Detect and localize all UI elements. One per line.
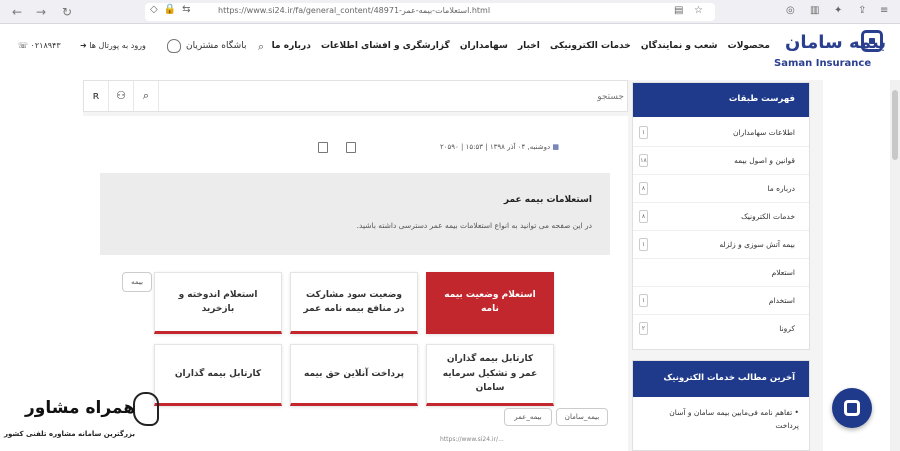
sidebar-item-count: ۱۸ [639, 154, 648, 167]
save-icon[interactable] [346, 142, 356, 153]
binoculars-icon[interactable]: ⚇ [109, 81, 134, 111]
portal-login-link[interactable]: ➜ ورود به پورتال ها [80, 41, 146, 50]
browser-toolbar: ← → ↻ ◇🔒⇆ https://www.si24.ir/fa/general… [0, 0, 900, 24]
customer-club-link[interactable]: باشگاه مشتریان [186, 41, 246, 51]
phone-number[interactable]: ☏ ۰۲۱۸۹۴۳ [18, 41, 61, 50]
latest-item[interactable]: • تفاهم نامه فی‌مابین بیمه سامان و آسان … [649, 407, 799, 433]
sidebar-item-count: ۱ [639, 294, 648, 307]
sidebar-item-count: ۱ [639, 126, 648, 139]
tag-saman[interactable]: بیمه_سامان [556, 408, 608, 426]
sidebar-item-corona[interactable]: کرونا ۲ [633, 315, 809, 343]
sidebar-item-label: خدمات الکترونیک [741, 212, 795, 221]
watermark-title: همراه مشاور [25, 398, 136, 418]
site-header: بیمه سامان Saman Insurance محصولات شعب و… [0, 24, 900, 78]
scroll-thumb[interactable] [892, 90, 898, 160]
library-icon[interactable]: ▥ [810, 5, 819, 16]
phone-icon: ☏ [18, 41, 31, 50]
intro-text: در این صفحه می توانید به انواع استعلامات… [356, 221, 592, 230]
sidebar-item-count: ۱ [639, 238, 648, 251]
nav-item-about[interactable]: درباره ما [272, 41, 311, 51]
nav-item-shareholders[interactable]: سهامداران [460, 41, 508, 51]
logo-text-fa[interactable]: بیمه سامان [785, 32, 886, 53]
login-arrow-icon: ➜ [80, 41, 90, 50]
sidebar-item-about[interactable]: درباره ما ۸ [633, 175, 809, 203]
saman-badge-icon [844, 400, 860, 416]
rss-icon[interactable]: ʀ [84, 81, 109, 111]
page-scrollbar[interactable] [890, 80, 900, 451]
tag-insurance[interactable]: بیمه [122, 272, 152, 292]
sidebar-item-count: ۲ [639, 322, 648, 335]
latest-title: آخرین مطالب خدمات الکترونیک [633, 361, 809, 397]
sidebar-item-count: ۸ [639, 182, 648, 195]
main-nav: محصولات شعب و نمایندگان خدمات الکترونیکی… [272, 41, 770, 51]
category-sidebar: فهرست طبقات اطلاعات سهامداران ۱ قوانین و… [632, 82, 810, 350]
sidebar-item-label: استخدام [768, 296, 795, 305]
short-url[interactable]: https://www.si24.ir/... [440, 436, 504, 443]
nav-item-e-services[interactable]: خدمات الکترونیکی [550, 41, 631, 51]
shield-icon[interactable]: ◎ [786, 5, 795, 16]
url-text[interactable]: https://www.si24.ir/fa/general_content/4… [218, 6, 490, 15]
print-icon[interactable] [318, 142, 328, 153]
card-life-insured-portal[interactable]: کارتابل بیمه گذاران عمر و تشکیل سرمایه س… [426, 344, 554, 406]
article-meta: ▦ دوشنبه, ۰۴ آذر ۱۳۹۸ | ۱۵:۵۳ | ۲۰۵۹۰ [440, 143, 559, 151]
search-button-icon[interactable]: ⌕ [134, 81, 159, 111]
share-icon[interactable]: ⇪ [858, 5, 866, 16]
watermark: همراه مشاور بزرگترین سامانه مشاوره تلفنی… [0, 390, 180, 451]
sidebar-item-fire-insurance[interactable]: بیمه آتش سوزی و زلزله ۱ [633, 231, 809, 259]
intro-box: استعلامات بیمه عمر در این صفحه می توانید… [100, 173, 610, 255]
bookmark-star-icon[interactable]: ☆ [694, 5, 703, 16]
nav-item-reports[interactable]: گزارشگری و افشای اطلاعات [321, 41, 450, 51]
sidebar-title: فهرست طبقات [633, 83, 809, 117]
sidebar-item-jobs[interactable]: استخدام ۱ [633, 287, 809, 315]
sidebar-item-inquiry[interactable]: استعلام [633, 259, 809, 287]
tag-life[interactable]: بیمه_عمر [504, 408, 552, 426]
card-policy-status[interactable]: استعلام وضعیت بیمه نامه [426, 272, 554, 334]
menu-icon[interactable]: ≡ [880, 5, 888, 16]
search-input[interactable] [244, 85, 624, 109]
latest-eservices-sidebar: آخرین مطالب خدمات الکترونیک • تفاهم نامه… [632, 360, 810, 451]
back-icon[interactable]: ← [8, 3, 26, 21]
logo-text-en[interactable]: Saman Insurance [774, 58, 871, 69]
portal-login-label: ورود به پورتال ها [89, 41, 146, 50]
article-meta-text: دوشنبه, ۰۴ آذر ۱۳۹۸ | ۱۵:۵۳ | ۲۰۵۹۰ [440, 143, 551, 151]
page-title: استعلامات بیمه عمر [503, 195, 592, 205]
sidebar-item-label: استعلام [771, 268, 795, 277]
sidebar-item-label: قوانین و اصول بیمه [734, 156, 795, 165]
sidebar-item-label: بیمه آتش سوزی و زلزله [719, 240, 795, 249]
card-reserve-surrender[interactable]: استعلام اندوخته و بازخرید [154, 272, 282, 334]
nav-item-branches[interactable]: شعب و نمایندگان [641, 41, 718, 51]
reload-icon[interactable]: ↻ [58, 3, 76, 21]
card-profit-share[interactable]: وضعیت سود مشارکت در منافع بیمه نامه عمر [290, 272, 418, 334]
sidebar-item-e-services[interactable]: خدمات الکترونیک ۸ [633, 203, 809, 231]
nav-item-products[interactable]: محصولات [728, 41, 770, 51]
security-icons: ◇🔒⇆ [150, 4, 197, 15]
calendar-icon: ▦ [550, 143, 559, 151]
search-bar: ʀ ⚇ ⌕ [83, 80, 628, 112]
watermark-subtitle: بزرگترین سامانه مشاوره تلفنی کشور [4, 430, 135, 438]
nav-item-news[interactable]: اخبار [518, 41, 540, 51]
sidebar-item-label: اطلاعات سهامداران [732, 128, 795, 137]
sidebar-item-count: ۸ [639, 210, 648, 223]
sidebar-item-rules[interactable]: قوانین و اصول بیمه ۱۸ [633, 147, 809, 175]
extension-icon[interactable]: ✦ [834, 5, 842, 16]
card-online-payment[interactable]: پرداخت آنلاین حق بیمه [290, 344, 418, 406]
consultant-head-icon [133, 392, 159, 426]
customer-club-icon [167, 39, 181, 53]
reader-icon[interactable]: ▤ [674, 5, 683, 16]
search-icon[interactable]: ⌕ [258, 40, 264, 54]
sidebar-item-shareholders[interactable]: اطلاعات سهامداران ۱ [633, 119, 809, 147]
phone-label: ۰۲۱۸۹۴۳ [30, 41, 61, 50]
floating-logo-button[interactable] [832, 388, 872, 428]
sidebar-item-label: کرونا [779, 324, 795, 333]
forward-icon[interactable]: → [32, 3, 50, 21]
sidebar-item-label: درباره ما [767, 184, 795, 193]
